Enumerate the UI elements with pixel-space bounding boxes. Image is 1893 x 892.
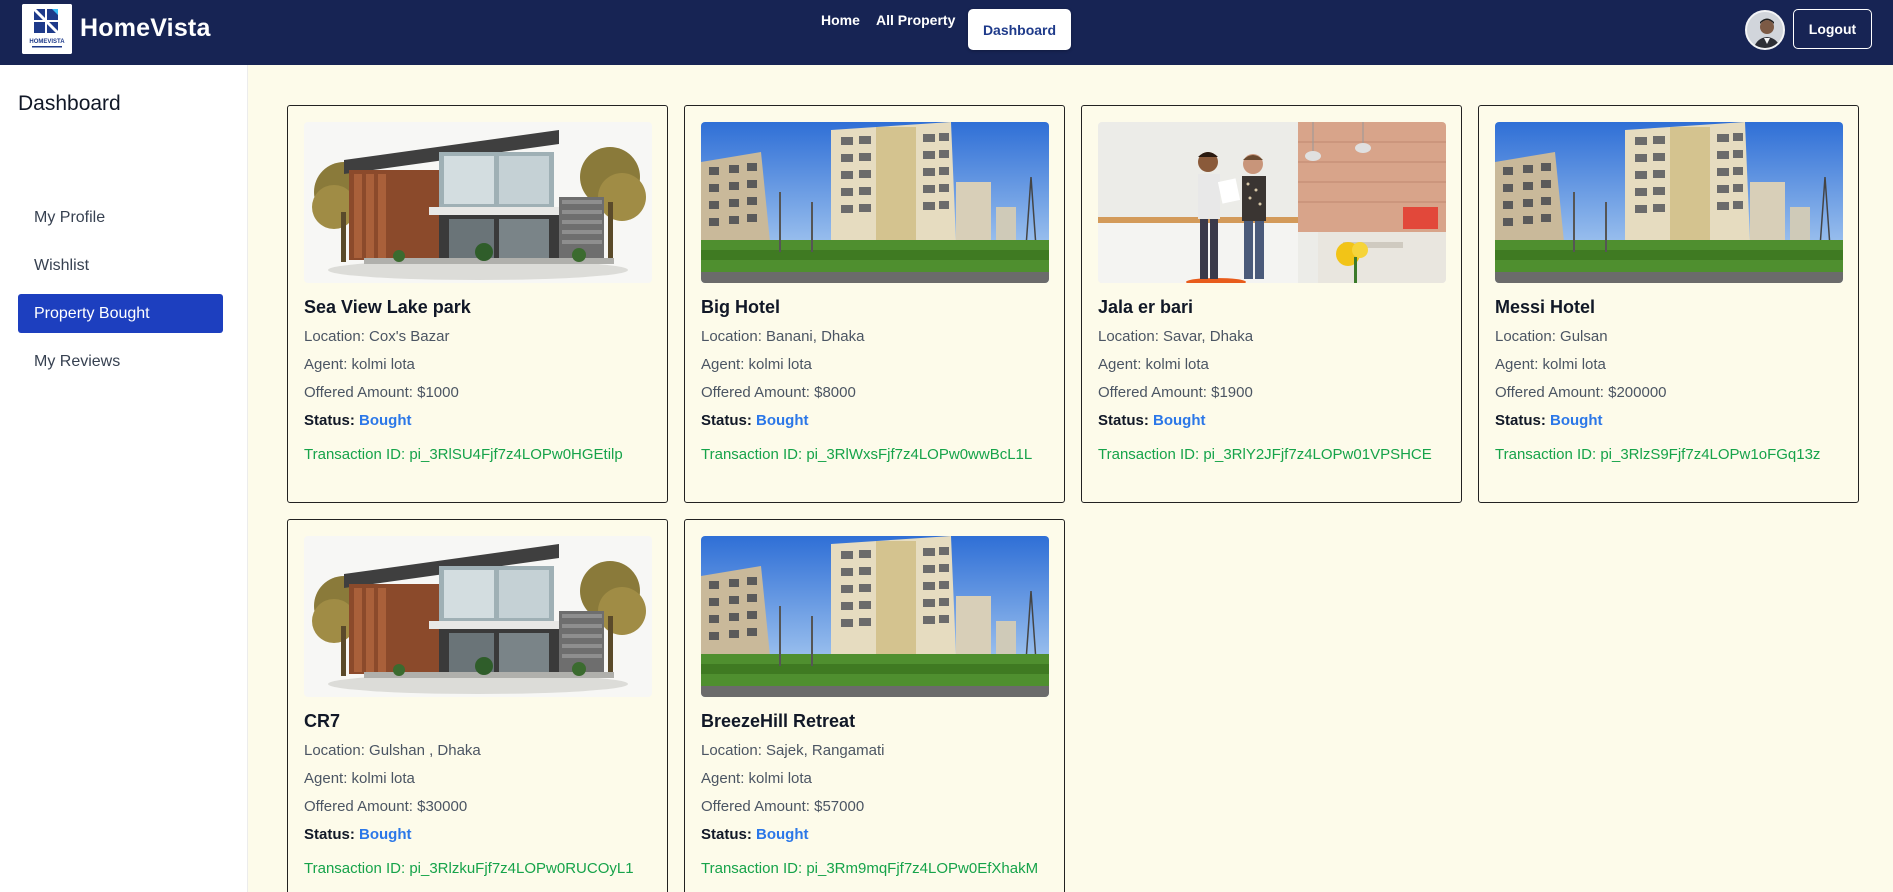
property-agent: Agent: kolmi lota xyxy=(1495,356,1606,373)
property-offered-amount: Offered Amount: $200000 xyxy=(1495,384,1667,401)
property-offered-amount: Offered Amount: $1900 xyxy=(1098,384,1253,401)
status-badge: Bought xyxy=(1550,412,1603,429)
property-location: Location: Savar, Dhaka xyxy=(1098,328,1254,345)
property-status-line: Status: Bought xyxy=(304,826,412,843)
homevista-logo[interactable]: HOMEVISTA xyxy=(22,4,72,54)
property-offered-amount: Offered Amount: $57000 xyxy=(701,798,865,815)
property-image[interactable] xyxy=(304,536,652,697)
property-title: CR7 xyxy=(304,711,341,731)
property-offered-amount: Offered Amount: $1000 xyxy=(304,384,459,401)
property-image[interactable] xyxy=(1098,122,1446,283)
property-status-line: Status: Bought xyxy=(701,412,809,429)
transaction-id: Transaction ID: pi_3Rm9mqFjf7z4LOPw0EfXh… xyxy=(701,860,1039,877)
property-title: BreezeHill Retreat xyxy=(701,711,856,731)
property-title: Big Hotel xyxy=(701,297,780,317)
sidebar-item-property-bought[interactable]: Property Bought xyxy=(18,294,223,333)
sidebar-item-label: Wishlist xyxy=(34,256,90,274)
property-status-line: Status: Bought xyxy=(304,412,412,429)
sidebar-title: Dashboard xyxy=(18,92,121,115)
property-location: Location: Sajek, Rangamati xyxy=(701,742,885,759)
status-badge: Bought xyxy=(359,826,412,843)
property-image[interactable] xyxy=(1495,122,1843,283)
logo-wordmark: HOMEVISTA xyxy=(29,39,65,45)
property-title: Sea View Lake park xyxy=(304,297,471,317)
property-location: Location: Gulshan , Dhaka xyxy=(304,742,481,759)
transaction-id: Transaction ID: pi_3RlzkuFjf7z4LOPw0RUCO… xyxy=(304,860,634,877)
sidebar-item-label: My Profile xyxy=(34,208,106,226)
status-badge: Bought xyxy=(359,412,412,429)
property-location: Location: Cox's Bazar xyxy=(304,328,450,345)
status-badge: Bought xyxy=(1153,412,1206,429)
property-status-line: Status: Bought xyxy=(701,826,809,843)
property-agent: Agent: kolmi lota xyxy=(1098,356,1209,373)
property-card[interactable]: Jala er bari Location: Savar, Dhaka Agen… xyxy=(1081,105,1462,503)
status-label: Status: xyxy=(1495,412,1546,429)
property-card[interactable]: CR7 Location: Gulshan , Dhaka Agent: kol… xyxy=(287,519,668,892)
logout-button[interactable]: Logout xyxy=(1793,9,1872,49)
nav-link-all-property[interactable]: All Property xyxy=(876,12,955,28)
nav-link-dashboard[interactable]: Dashboard xyxy=(968,9,1071,50)
status-label: Status: xyxy=(304,826,355,843)
property-image[interactable] xyxy=(701,536,1049,697)
property-status-line: Status: Bought xyxy=(1098,412,1206,429)
status-label: Status: xyxy=(701,826,752,843)
sidebar-item-my-reviews[interactable]: My Reviews xyxy=(18,342,223,381)
property-card[interactable]: Sea View Lake park Location: Cox's Bazar… xyxy=(287,105,668,503)
property-location: Location: Banani, Dhaka xyxy=(701,328,865,345)
property-card[interactable]: Messi Hotel Location: Gulsan Agent: kolm… xyxy=(1478,105,1859,503)
property-card[interactable]: BreezeHill Retreat Location: Sajek, Rang… xyxy=(684,519,1065,892)
transaction-id: Transaction ID: pi_3RlSU4Fjf7z4LOPw0HGEt… xyxy=(304,446,623,463)
property-offered-amount: Offered Amount: $30000 xyxy=(304,798,468,815)
property-agent: Agent: kolmi lota xyxy=(304,770,415,787)
status-label: Status: xyxy=(1098,412,1149,429)
property-agent: Agent: kolmi lota xyxy=(701,356,812,373)
status-badge: Bought xyxy=(756,826,809,843)
property-agent: Agent: kolmi lota xyxy=(304,356,415,373)
property-card[interactable]: Big Hotel Location: Banani, Dhaka Agent:… xyxy=(684,105,1065,503)
property-offered-amount: Offered Amount: $8000 xyxy=(701,384,856,401)
status-label: Status: xyxy=(304,412,355,429)
property-title: Messi Hotel xyxy=(1495,297,1596,317)
transaction-id: Transaction ID: pi_3RlY2JFjf7z4LOPw01VPS… xyxy=(1098,446,1432,463)
property-title: Jala er bari xyxy=(1098,297,1194,317)
property-status-line: Status: Bought xyxy=(1495,412,1603,429)
property-location: Location: Gulsan xyxy=(1495,328,1608,345)
property-agent: Agent: kolmi lota xyxy=(701,770,812,787)
transaction-id: Transaction ID: pi_3RlWxsFjf7z4LOPw0wwBc… xyxy=(701,446,1033,463)
sidebar-item-wishlist[interactable]: Wishlist xyxy=(18,246,223,285)
status-label: Status: xyxy=(701,412,752,429)
transaction-id: Transaction ID: pi_3RlzS9Fjf7z4LOPw1oFGq… xyxy=(1495,446,1821,463)
sidebar: Dashboard My Profile Wishlist Property B… xyxy=(0,65,248,892)
property-image[interactable] xyxy=(304,122,652,283)
user-avatar[interactable] xyxy=(1745,10,1785,50)
sidebar-item-label: Property Bought xyxy=(34,304,150,322)
sidebar-item-label: My Reviews xyxy=(34,352,121,370)
navbar: HOMEVISTA HomeVista Home All Property Da… xyxy=(0,0,1893,65)
brand-name[interactable]: HomeVista xyxy=(80,14,211,43)
sidebar-item-my-profile[interactable]: My Profile xyxy=(18,198,223,237)
nav-link-home[interactable]: Home xyxy=(821,12,860,28)
status-badge: Bought xyxy=(756,412,809,429)
property-image[interactable] xyxy=(701,122,1049,283)
